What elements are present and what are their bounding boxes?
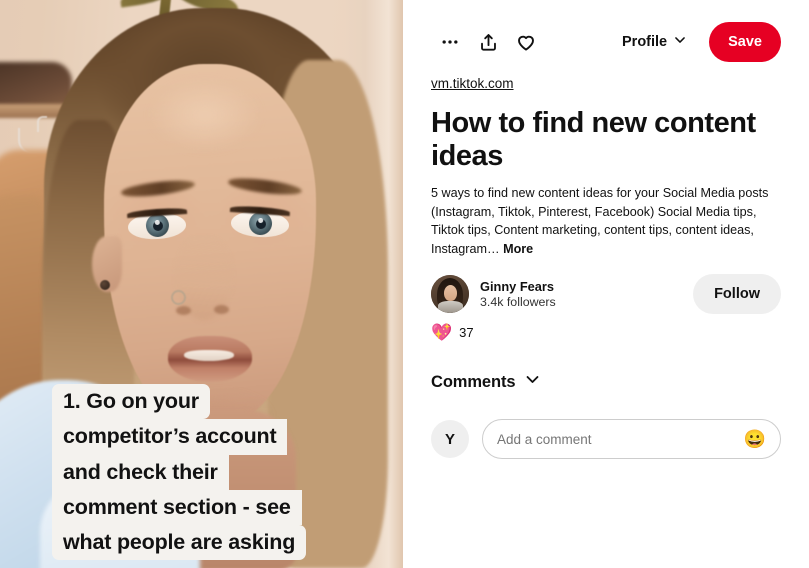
add-comment-row: Y 😀	[431, 419, 781, 460]
board-profile-selector[interactable]: Profile	[614, 27, 695, 57]
video-caption-overlay: 1. Go on your competitor’s account and c…	[52, 384, 352, 560]
source-domain-link[interactable]: vm.tiktok.com	[431, 76, 514, 91]
description-more-link[interactable]: More	[503, 242, 533, 256]
pin-detail-panel: Profile Save vm.tiktok.com How to find n…	[403, 0, 809, 568]
caption-line: what people are asking	[52, 524, 307, 560]
share-upload-icon	[478, 32, 499, 53]
caption-line: comment section - see	[52, 489, 302, 525]
creator-row: Ginny Fears 3.4k followers Follow	[431, 274, 781, 315]
caption-line: competitor’s account	[52, 419, 288, 455]
comment-input[interactable]	[497, 431, 738, 447]
avatar[interactable]	[431, 275, 469, 314]
share-button[interactable]	[469, 23, 507, 61]
sparkling-heart-icon: 💖	[431, 323, 453, 343]
creator-name[interactable]: Ginny Fears	[480, 279, 556, 294]
left-nostril	[176, 306, 191, 315]
right-iris	[248, 211, 273, 236]
ellipsis-icon	[440, 32, 460, 52]
more-options-button[interactable]	[431, 23, 469, 61]
pin-action-bar: Profile Save	[431, 22, 781, 62]
teeth	[184, 350, 234, 361]
profile-selector-label: Profile	[622, 34, 668, 50]
heart-outline-icon	[515, 31, 537, 53]
chevron-down-icon	[673, 33, 687, 51]
react-heart-button[interactable]	[507, 23, 545, 61]
creator-followers: 3.4k followers	[480, 295, 556, 310]
caption-line: and check their	[52, 454, 229, 490]
avatar-face	[444, 285, 457, 302]
creator-meta: Ginny Fears 3.4k followers	[480, 279, 556, 309]
reaction-row[interactable]: 💖 37	[431, 324, 781, 341]
comments-section-toggle[interactable]: Comments	[431, 371, 781, 393]
right-nostril	[214, 305, 229, 314]
pin-description-text: 5 ways to find new content ideas for you…	[431, 186, 769, 256]
forehead-highlight	[150, 80, 260, 150]
pin-media-video[interactable]: 1. Go on your competitor’s account and c…	[0, 0, 403, 568]
left-iris	[145, 213, 170, 238]
emoji-picker-button[interactable]: 😀	[738, 430, 766, 448]
current-user-avatar[interactable]: Y	[431, 420, 469, 459]
comment-input-wrapper[interactable]: 😀	[482, 419, 781, 460]
reaction-count: 37	[459, 325, 474, 341]
comments-heading: Comments	[431, 372, 516, 391]
page-title: How to find new content ideas	[431, 107, 756, 173]
chevron-down-icon	[524, 371, 541, 393]
pin-detail-page: 1. Go on your competitor’s account and c…	[0, 0, 809, 568]
earring	[100, 280, 110, 290]
save-button[interactable]: Save	[709, 22, 781, 62]
caption-line: 1. Go on your	[52, 384, 210, 420]
pin-description: 5 ways to find new content ideas for you…	[431, 184, 776, 258]
follow-button[interactable]: Follow	[693, 274, 781, 315]
nose-ring	[171, 290, 186, 305]
avatar-body	[438, 301, 463, 314]
